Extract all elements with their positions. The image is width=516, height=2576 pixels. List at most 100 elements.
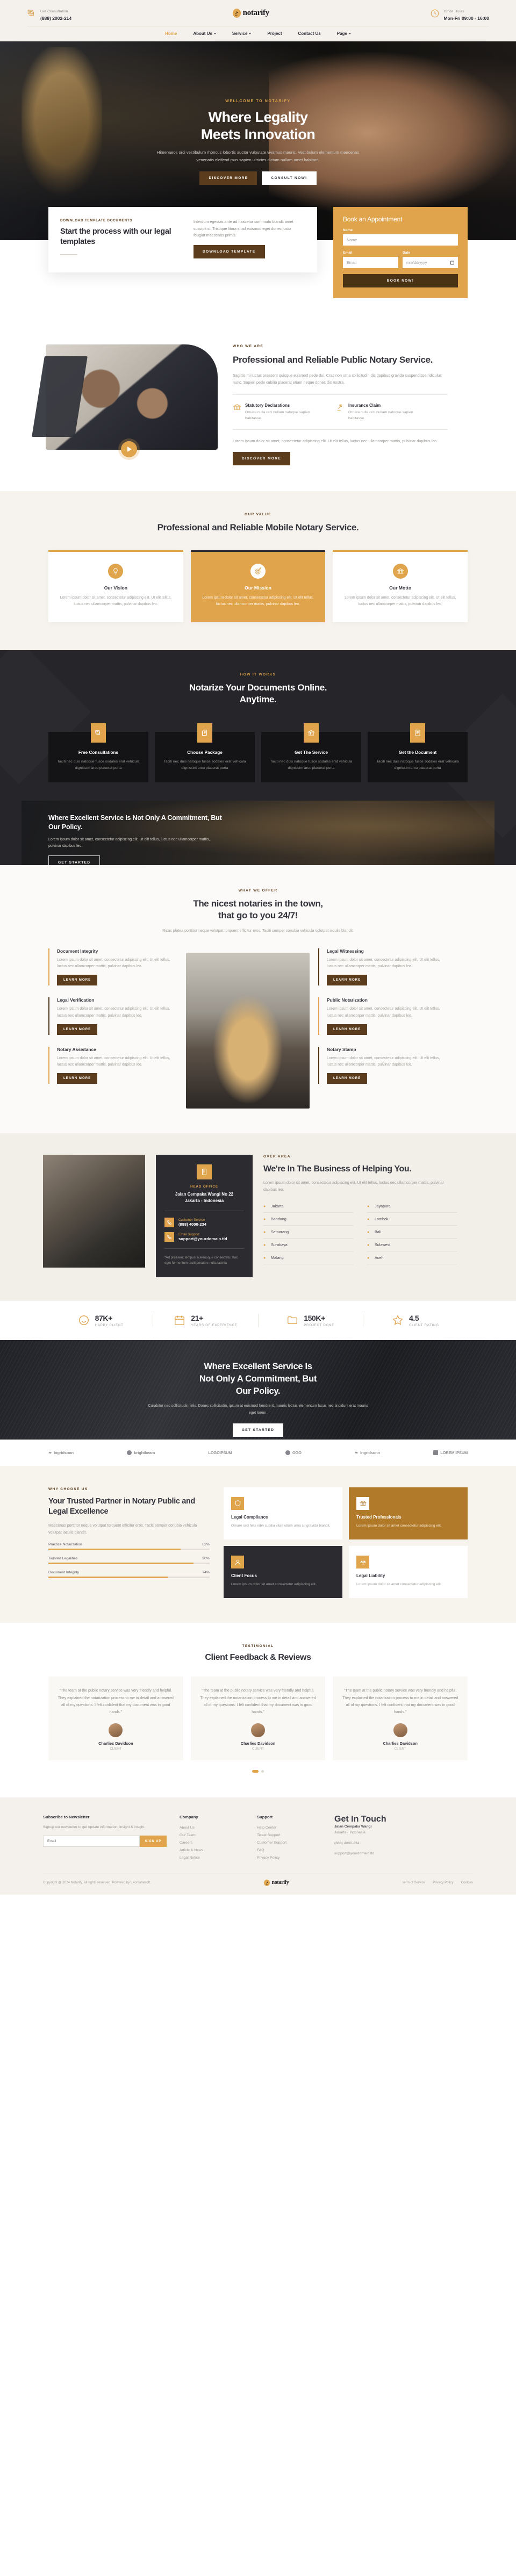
area-text: Lorem ipsum dolor sit amet, consectetur … — [263, 1180, 444, 1192]
nav-item-contact-us[interactable]: Contact Us — [298, 31, 321, 36]
why-tile-text: Lorem ipsum dolor sit amet consectetur a… — [231, 1582, 317, 1587]
footer-link-term-of-service[interactable]: Term of Service — [402, 1881, 425, 1884]
offer-item-title: Notary Assistance — [57, 1046, 96, 1052]
booking-date-label: Date — [403, 251, 411, 255]
chat-document-icon — [27, 9, 37, 18]
step-get-the-document[interactable]: Get the Document Taciti nec duis natoque… — [368, 723, 468, 782]
footer-newsletter: Subscribe to Newsletter Signup our newsl… — [43, 1815, 167, 1862]
step-free-consultations[interactable]: Free Consultations Taciti nec duis natoq… — [48, 723, 148, 782]
area-column-1: ● Jakarta ● Bandung ● Semarang ● Surabaya ● M… — [263, 1200, 353, 1264]
why-tile-legal-compliance: Legal Compliance Ornare orci felis nibh … — [224, 1487, 342, 1540]
value-kicker: OUR VALUE — [244, 513, 272, 517]
cta-get-started-button[interactable]: GET STARTED — [232, 1423, 284, 1437]
value-card-mission[interactable]: Our Mission Lorem ipsum dolor sit amet, … — [190, 550, 326, 622]
footer-link-our-team[interactable]: Our Team — [180, 1832, 244, 1839]
area-item: ● Sulawesi — [367, 1239, 457, 1251]
footer-phone[interactable]: (888) 4000-234 — [334, 1840, 436, 1846]
hero-discover-more-button[interactable]: DISCOVER MORE — [199, 171, 257, 185]
site-logo-text: notarify — [242, 9, 270, 17]
main-nav[interactable]: Home About Us Service Project Contact Us… — [27, 26, 489, 41]
newsletter-title: Subscribe to Newsletter — [43, 1814, 90, 1819]
footer-link-customer-support[interactable]: Customer Support — [257, 1839, 321, 1847]
carousel-dot-2[interactable] — [261, 1769, 264, 1773]
footer-link-legal-notice[interactable]: Legal Notice — [180, 1854, 244, 1862]
value-card-title: Our Vision — [104, 585, 127, 591]
offer-item-title: Legal Verification — [57, 997, 95, 1003]
step-text: Taciti nec duis natoque fusce sodales er… — [163, 759, 246, 770]
offer-item-text: Lorem ipsum dolor sit amet, consectetur … — [57, 1007, 170, 1018]
booking-date-input[interactable] — [403, 257, 458, 268]
carousel-dots[interactable] — [0, 1769, 516, 1773]
download-template-button[interactable]: DOWNLOAD TEMPLATE — [194, 244, 265, 258]
commitment-get-started-button[interactable]: GET STARTED — [48, 855, 101, 865]
office-building-photo — [43, 1154, 145, 1268]
testimonial-quote: "The team at the public notary service w… — [200, 1689, 316, 1715]
nav-item-home[interactable]: Home — [165, 31, 177, 36]
office-contact-customer-service[interactable]: Customer Service (888) 4000-234 — [164, 1217, 244, 1227]
site-logo[interactable]: notarify — [232, 9, 270, 18]
book-now-button[interactable]: BOOK NOW! — [343, 274, 458, 287]
footer-link-faq[interactable]: FAQ — [257, 1847, 321, 1854]
step-text: Taciti nec duis natoque fusce sodales er… — [57, 759, 140, 770]
divider — [164, 1248, 244, 1249]
shield-icon — [231, 1496, 244, 1510]
avatar — [393, 1723, 407, 1737]
carousel-dot-1[interactable] — [252, 1769, 259, 1773]
location-pin-icon: ● — [263, 1255, 266, 1260]
learn-more-button[interactable]: LEARN MORE — [327, 975, 368, 986]
offer-item-notary-assistance: Notary Assistance Lorem ipsum dolor sit … — [48, 1046, 177, 1084]
bar-value: 90% — [202, 1557, 210, 1561]
step-get-the-service[interactable]: Get The Service Taciti nec duis natoque … — [261, 723, 361, 782]
play-video-button[interactable] — [121, 441, 137, 457]
topbar-consultation[interactable]: Get Consultation (888) 2002-214 — [27, 5, 71, 21]
commitment-title: Where Excellent Service Is Not Only A Co… — [48, 814, 222, 831]
calendar-icon[interactable] — [450, 261, 454, 264]
footer-link-careers[interactable]: Careers — [180, 1839, 244, 1847]
step-choose-package[interactable]: Choose Package Taciti nec duis natoque f… — [155, 723, 255, 782]
who-discover-more-button[interactable]: DISCOVER MORE — [233, 452, 290, 466]
learn-more-button[interactable]: LEARN MORE — [57, 975, 98, 986]
bar-label: Tailored Legalities — [48, 1557, 78, 1561]
gavel-icon — [336, 403, 345, 412]
how-title: Notarize Your Documents Online. Anytime. — [189, 682, 327, 705]
template-paragraph: Interdum egestas ante ad nascetur commod… — [194, 219, 293, 238]
footer-link-privacy-policy[interactable]: Privacy Policy — [433, 1881, 454, 1884]
booking-name-input[interactable] — [343, 234, 458, 246]
area-kicker: OVER AREA — [263, 1154, 291, 1159]
testimonial-role: CLIENT — [252, 1746, 264, 1751]
nav-item-project[interactable]: Project — [267, 31, 282, 36]
footer-email[interactable]: support@yourdomain.tld — [334, 1851, 436, 1857]
nav-item-service[interactable]: Service — [232, 31, 252, 36]
footer-logo[interactable]: notarify — [264, 1879, 289, 1886]
footer-link-about-us[interactable]: About Us — [180, 1824, 244, 1832]
nav-item-about-us[interactable]: About Us — [193, 31, 216, 36]
dots-icon — [127, 1450, 132, 1455]
learn-more-button[interactable]: LEARN MORE — [57, 1073, 98, 1084]
step-title: Get The Service — [295, 750, 328, 755]
area-item: ● Jakarta — [263, 1200, 353, 1213]
value-card-motto[interactable]: Our Motto Lorem ipsum dolor sit amet, co… — [333, 550, 468, 622]
value-card-vision[interactable]: Our Vision Lorem ipsum dolor sit amet, c… — [48, 550, 183, 622]
newsletter-signup-button[interactable]: SIGN UP — [139, 1836, 167, 1847]
learn-more-button[interactable]: LEARN MORE — [327, 1073, 368, 1084]
office-contact-email-support[interactable]: Email Support support@yourdomain.tld — [164, 1232, 244, 1242]
footer-link-privacy-policy[interactable]: Privacy Policy — [257, 1854, 321, 1862]
footer-link-cookies[interactable]: Cookies — [461, 1881, 473, 1884]
topbar-office-hours: Office Hours Mon-Fri 09:00 - 16:00 — [430, 5, 489, 21]
footer-link-article-news[interactable]: Article & News — [180, 1847, 244, 1854]
footer-link-ticket-support[interactable]: Ticket Support — [257, 1832, 321, 1839]
footer-legal-links[interactable]: Term of Service Privacy Policy Cookies — [402, 1881, 473, 1884]
footer: Subscribe to Newsletter Signup our newsl… — [0, 1797, 516, 1895]
contact-label: Email Support — [178, 1232, 199, 1236]
partner-logo-1: ❧ Ingridsonn — [48, 1450, 74, 1455]
booking-email-input[interactable] — [343, 257, 398, 268]
hero-consult-now-button[interactable]: CONSULT NOW! — [262, 171, 317, 185]
nav-item-page[interactable]: Page — [337, 31, 351, 36]
learn-more-button[interactable]: LEARN MORE — [327, 1024, 368, 1035]
location-pin-icon: ● — [367, 1229, 370, 1234]
square-icon — [433, 1450, 439, 1455]
footer-link-help-center[interactable]: Help Center — [257, 1824, 321, 1832]
learn-more-button[interactable]: LEARN MORE — [57, 1024, 98, 1035]
over-area-section: HEAD OFFICE Jalan Cempaka Wangi No 22 Jak… — [0, 1133, 516, 1301]
newsletter-email-input[interactable] — [43, 1836, 140, 1847]
